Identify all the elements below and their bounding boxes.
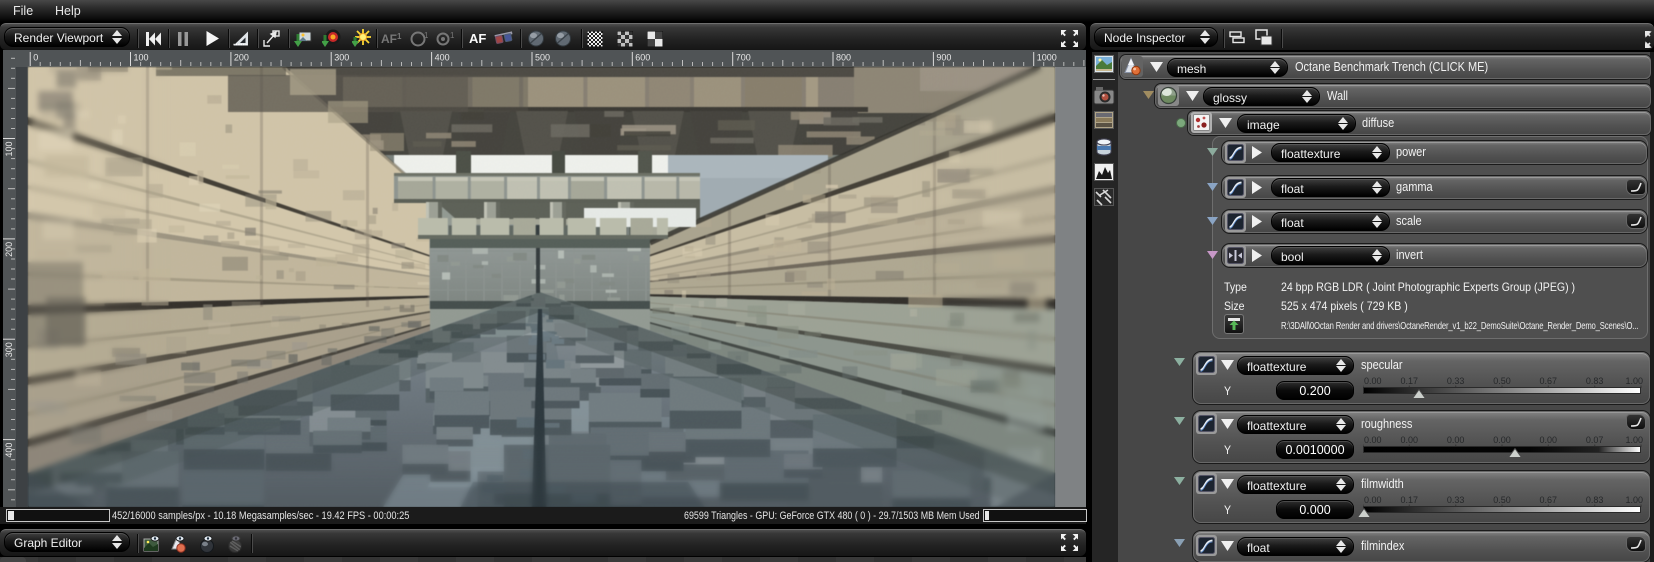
svg-text:0.83: 0.83 xyxy=(1586,376,1604,386)
svg-text:1000: 1000 xyxy=(1037,53,1057,63)
svg-text:600: 600 xyxy=(635,53,650,63)
svg-text:200: 200 xyxy=(4,242,14,257)
svg-text:400: 400 xyxy=(4,443,14,458)
svg-text:1: 1 xyxy=(424,31,428,40)
svg-text:1.00: 1.00 xyxy=(1625,495,1643,505)
svg-text:0.33: 0.33 xyxy=(1447,376,1465,386)
svg-text:0.50: 0.50 xyxy=(1493,376,1511,386)
svg-text:100: 100 xyxy=(134,53,149,63)
svg-text:400: 400 xyxy=(435,53,450,63)
svg-text:0.00: 0.00 xyxy=(1364,376,1382,386)
svg-text:900: 900 xyxy=(936,53,951,63)
svg-text:0.07: 0.07 xyxy=(1586,435,1604,445)
svg-text:0.67: 0.67 xyxy=(1540,376,1558,386)
svg-text:0.00: 0.00 xyxy=(1364,495,1382,505)
svg-text:1.00: 1.00 xyxy=(1625,376,1643,386)
svg-text:800: 800 xyxy=(836,53,851,63)
svg-text:1.00: 1.00 xyxy=(1625,435,1643,445)
svg-text:0.50: 0.50 xyxy=(1493,495,1511,505)
svg-text:1: 1 xyxy=(450,31,455,40)
svg-text:0.17: 0.17 xyxy=(1401,495,1419,505)
svg-text:500: 500 xyxy=(535,53,550,63)
svg-text:0.00: 0.00 xyxy=(1447,435,1465,445)
svg-text:0.67: 0.67 xyxy=(1540,495,1558,505)
svg-text:700: 700 xyxy=(736,53,751,63)
svg-text:0.00: 0.00 xyxy=(1401,435,1419,445)
svg-text:300: 300 xyxy=(334,53,349,63)
svg-text:0.17: 0.17 xyxy=(1401,376,1419,386)
svg-text:0.00: 0.00 xyxy=(1493,435,1511,445)
svg-text:0: 0 xyxy=(33,53,38,63)
svg-text:0.33: 0.33 xyxy=(1447,495,1465,505)
svg-text:0.00: 0.00 xyxy=(1364,435,1382,445)
svg-text:200: 200 xyxy=(234,53,249,63)
svg-text:0.83: 0.83 xyxy=(1586,495,1604,505)
svg-text:0.00: 0.00 xyxy=(1540,435,1558,445)
